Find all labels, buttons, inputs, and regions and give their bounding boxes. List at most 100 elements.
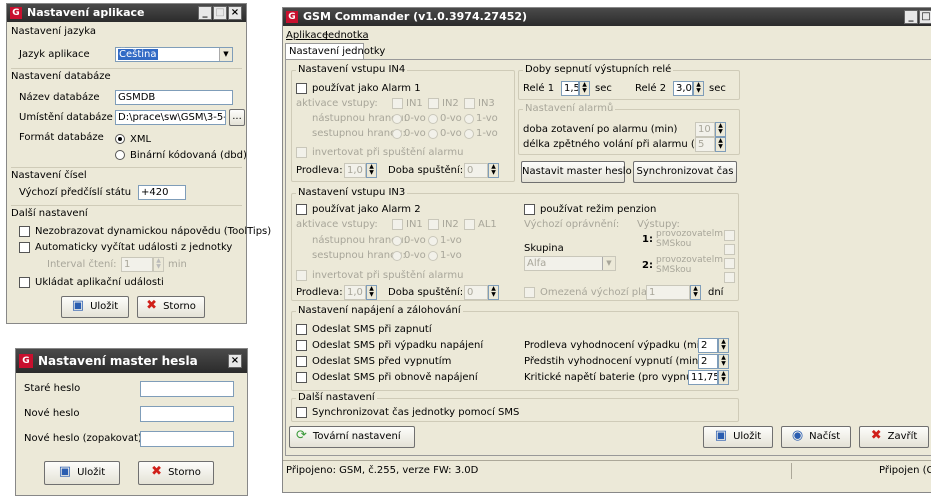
in3-al1-checkbox[interactable] bbox=[464, 219, 475, 230]
cancel-label: Storno bbox=[168, 467, 201, 478]
main-save-button[interactable]: ▣ Uložit bbox=[703, 426, 773, 448]
sms-fail-checkbox[interactable] bbox=[296, 340, 307, 351]
in4-delay-field[interactable]: 1,0 bbox=[344, 163, 366, 178]
settings-save-button[interactable]: ▣ Uložit bbox=[61, 296, 129, 318]
eval-fail-spinner[interactable]: ▲ ▼ bbox=[718, 338, 729, 353]
browse-button[interactable]: ... bbox=[229, 109, 245, 126]
minimize-icon[interactable]: _ bbox=[904, 10, 918, 24]
maximize-icon[interactable]: □ bbox=[919, 10, 931, 24]
in4-delay-spinner[interactable]: ▲ ▼ bbox=[366, 163, 377, 178]
autoread-checkbox[interactable] bbox=[19, 242, 30, 253]
settings-cancel-button[interactable]: ✖ Storno bbox=[137, 296, 205, 318]
in4-falling-radio-1[interactable] bbox=[392, 129, 402, 139]
eval-fail-field[interactable]: 2 bbox=[698, 338, 718, 353]
penzion-checkbox[interactable] bbox=[524, 204, 535, 215]
in4-group: Nastavení vstupu IN4 používat jako Alarm… bbox=[291, 64, 515, 182]
menu-jednotka[interactable]: Jednotka bbox=[325, 30, 369, 42]
sms-off-checkbox[interactable] bbox=[296, 356, 307, 367]
old-password-field[interactable] bbox=[140, 381, 234, 397]
group-select[interactable]: Alfa ▼ bbox=[524, 256, 616, 271]
binary-radio[interactable] bbox=[115, 150, 125, 160]
close-icon[interactable]: × bbox=[228, 6, 242, 20]
in3-duration-field[interactable]: 0 bbox=[464, 285, 488, 300]
relay2-field[interactable]: 3,0 bbox=[673, 81, 693, 96]
set-master-password-button[interactable]: Nastavit master heslo bbox=[521, 161, 632, 183]
chevron-down-icon[interactable]: ▼ bbox=[602, 257, 615, 270]
in4-invert-checkbox[interactable] bbox=[296, 147, 307, 158]
in4-alarm-checkbox[interactable] bbox=[296, 83, 307, 94]
interval-spinner[interactable]: ▲ ▼ bbox=[153, 257, 164, 272]
sync-time-button[interactable]: Synchronizovat čas bbox=[633, 161, 737, 183]
in3-delay-spinner[interactable]: ▲ ▼ bbox=[366, 285, 377, 300]
master-save-button[interactable]: ▣ Uložit bbox=[44, 461, 120, 485]
in3-in1-checkbox[interactable] bbox=[392, 219, 403, 230]
relay2-spinner[interactable]: ▲ ▼ bbox=[693, 81, 704, 96]
relay2-unit: sec bbox=[709, 83, 726, 94]
tab-label: Nastavení jednotky bbox=[289, 46, 386, 57]
in3-falling-radio-2[interactable] bbox=[428, 251, 438, 261]
db-location-field[interactable]: D:\prace\sw\GSM\3-5-2010\ bbox=[115, 110, 226, 125]
output1-check-a[interactable] bbox=[724, 230, 735, 241]
eval-off-spinner[interactable]: ▲ ▼ bbox=[718, 354, 729, 369]
in4-in1-checkbox[interactable] bbox=[392, 98, 403, 109]
tab-nastaveni-jednotky[interactable]: Nastavení jednotky bbox=[285, 43, 385, 60]
maximize-icon[interactable]: □ bbox=[213, 6, 227, 20]
master-cancel-button[interactable]: ✖ Storno bbox=[138, 461, 214, 485]
in4-falling-radio-2[interactable] bbox=[428, 129, 438, 139]
validity-spinner[interactable]: ▲ ▼ bbox=[690, 285, 701, 300]
sync-sms-checkbox[interactable] bbox=[296, 407, 307, 418]
eval-off-field[interactable]: 2 bbox=[698, 354, 718, 369]
relay1-field[interactable]: 1,5 bbox=[561, 81, 579, 96]
repeat-password-field[interactable] bbox=[140, 431, 234, 447]
in4-rising-radio-1[interactable] bbox=[392, 114, 402, 124]
validity-checkbox[interactable] bbox=[524, 287, 535, 298]
alarm-callback-field[interactable]: 5 bbox=[695, 137, 715, 152]
rights-label: Výchozí oprávnění: bbox=[524, 219, 620, 230]
in4-in3-checkbox[interactable] bbox=[464, 98, 475, 109]
in3-invert-checkbox[interactable] bbox=[296, 270, 307, 281]
close-icon[interactable]: × bbox=[228, 354, 242, 368]
chevron-down-icon[interactable]: ▼ bbox=[219, 48, 232, 61]
in3-rising-radio-1[interactable] bbox=[392, 236, 402, 246]
in3-delay-label: Prodleva: bbox=[296, 287, 343, 298]
in4-rising-radio-3[interactable] bbox=[464, 114, 474, 124]
critical-field[interactable]: 11,75 bbox=[688, 370, 718, 385]
in4-in2-checkbox[interactable] bbox=[428, 98, 439, 109]
output1-check-b[interactable] bbox=[724, 244, 735, 255]
factory-settings-button[interactable]: ⟳ Tovární nastavení bbox=[289, 426, 415, 448]
sms-on-checkbox[interactable] bbox=[296, 324, 307, 335]
in4-rising-radio-2[interactable] bbox=[428, 114, 438, 124]
language-select[interactable]: Čeština ▼ bbox=[115, 47, 233, 62]
in3-falling-radio-1[interactable] bbox=[392, 251, 402, 261]
close-button[interactable]: ✖ Zavřít bbox=[859, 426, 929, 448]
validity-field[interactable]: 1 bbox=[646, 285, 690, 300]
minimize-icon[interactable]: _ bbox=[198, 6, 212, 20]
sms-restore-checkbox[interactable] bbox=[296, 372, 307, 383]
new-password-field[interactable] bbox=[140, 406, 234, 422]
in4-duration-spinner[interactable]: ▲ ▼ bbox=[488, 163, 499, 178]
critical-spinner[interactable]: ▲ ▼ bbox=[718, 370, 729, 385]
load-button[interactable]: ◉ Načíst bbox=[781, 426, 851, 448]
relay1-spinner[interactable]: ▲ ▼ bbox=[579, 81, 590, 96]
in3-duration-spinner[interactable]: ▲ ▼ bbox=[488, 285, 499, 300]
savelog-checkbox[interactable] bbox=[19, 277, 30, 288]
output2-check-a[interactable] bbox=[724, 258, 735, 269]
in4-rising-opt1: 0-vo bbox=[404, 113, 426, 124]
output2-check-b[interactable] bbox=[724, 272, 735, 283]
db-name-field[interactable]: GSMDB bbox=[115, 90, 233, 105]
xml-radio[interactable] bbox=[115, 134, 125, 144]
menu-aplikace[interactable]: Aplikace bbox=[286, 30, 328, 42]
interval-field[interactable]: 1 bbox=[121, 257, 153, 272]
alarm-delay-field[interactable]: 10 bbox=[695, 122, 715, 137]
in3-rising-radio-2[interactable] bbox=[428, 236, 438, 246]
in4-activation-label: aktivace vstupy: bbox=[296, 98, 378, 109]
prefix-field[interactable]: +420 bbox=[138, 185, 186, 200]
in3-alarm-checkbox[interactable] bbox=[296, 204, 307, 215]
alarm-delay-spinner[interactable]: ▲ ▼ bbox=[715, 122, 726, 137]
alarm-callback-spinner[interactable]: ▲ ▼ bbox=[715, 137, 726, 152]
in4-duration-field[interactable]: 0 bbox=[464, 163, 488, 178]
in3-in2-checkbox[interactable] bbox=[428, 219, 439, 230]
tooltips-checkbox[interactable] bbox=[19, 226, 30, 237]
in3-delay-field[interactable]: 1,0 bbox=[344, 285, 366, 300]
in4-falling-radio-3[interactable] bbox=[464, 129, 474, 139]
